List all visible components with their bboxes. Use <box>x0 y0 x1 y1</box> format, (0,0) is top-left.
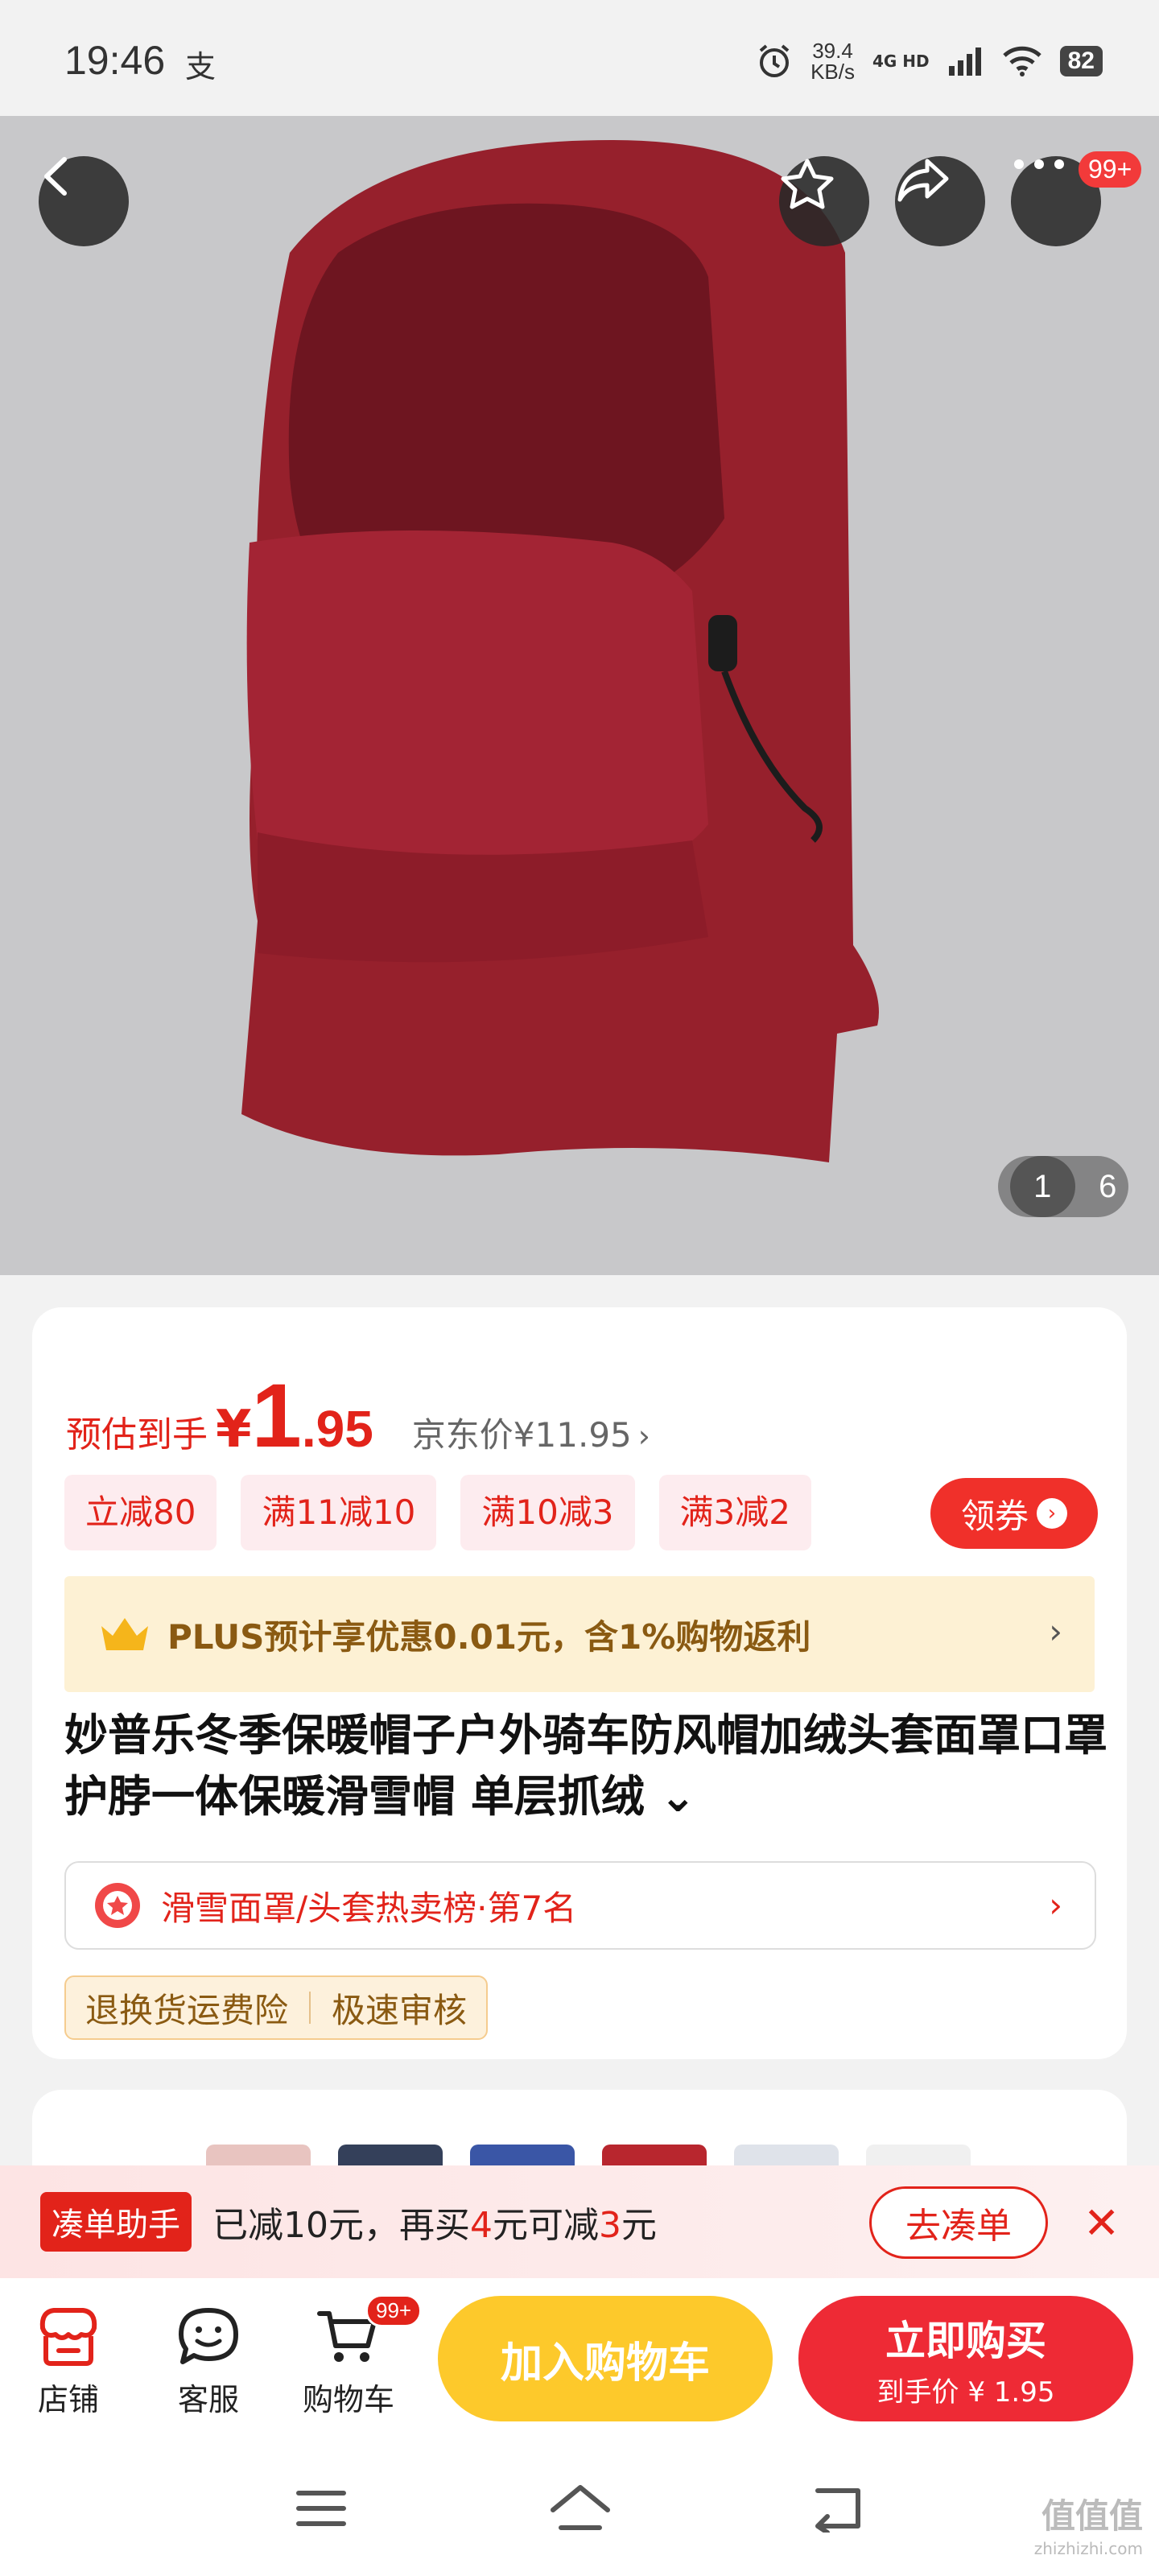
home-button[interactable] <box>544 2476 617 2541</box>
plus-promo-bar[interactable]: PLUS预计享优惠0.01元，含1%购物返利 › <box>64 1576 1095 1692</box>
cart-button[interactable]: 99+ 购物车 <box>296 2294 423 2419</box>
add-on-button[interactable]: 去凑单 <box>869 2186 1048 2259</box>
buy-now-price: 到手价 ¥ 1.95 <box>876 2376 1055 2409</box>
ranking-bar[interactable]: 滑雪面罩/头套热卖榜·第7名 › <box>64 1861 1096 1950</box>
star-icon <box>781 159 834 209</box>
chevron-right-icon: › <box>637 1418 650 1454</box>
bottom-action-bar: 店铺 客服 99+ 购物车 加入购物车 立即购买 到手价 ¥ 1.95 <box>0 2278 1159 2439</box>
service-tags[interactable]: 退换货运费险 极速审核 <box>64 1975 489 2040</box>
jd-price-link[interactable]: 京东价¥11.95 <box>412 1408 632 1457</box>
buy-now-label: 立即购买 <box>885 2317 1046 2364</box>
product-gallery[interactable]: 99+ 1 6 <box>0 116 1159 1275</box>
coupon-list: 立减80 满11减10 满10减3 满3减2 <box>64 1475 811 1550</box>
estimated-price-label: 预估到手 <box>66 1414 208 1455</box>
more-icon <box>1014 159 1064 169</box>
battery-indicator: 82 <box>1059 46 1103 76</box>
network-speed: 39.4 KB/s <box>810 39 855 84</box>
product-title[interactable]: 妙普乐冬季保暖帽子户外骑车防风帽加绒头套面罩口罩护脖一体保暖滑雪帽 单层抓绒 ⌄ <box>64 1705 1111 1827</box>
status-indicators: 39.4 KB/s 4G HD 82 <box>756 40 1103 82</box>
status-time: 19:46 <box>64 38 166 83</box>
menu-button[interactable] <box>285 2476 357 2541</box>
product-info-card: 预估到手 ¥ 1 .95 京东价¥11.95 › 立减80 满11减10 满10… <box>32 1307 1127 2059</box>
shop-button[interactable]: 店铺 <box>16 2297 121 2419</box>
divider <box>309 1992 311 2024</box>
medal-icon <box>95 1883 140 1928</box>
cart-count-badge: 99+ <box>365 2294 423 2327</box>
helper-text: 已减10元，再买4元可减3元 <box>212 2205 657 2246</box>
service-tag: 退换货运费险 <box>85 1990 289 2030</box>
plus-promo-text: PLUS预计享优惠0.01元，含1%购物返利 <box>167 1616 811 1657</box>
back-button[interactable] <box>39 156 129 246</box>
back-nav-button[interactable] <box>802 2476 874 2541</box>
customer-service-button[interactable]: 客服 <box>156 2297 261 2419</box>
cart-icon: 99+ <box>296 2294 423 2375</box>
chevron-right-circle-icon: › <box>1037 1498 1067 1529</box>
wifi-icon <box>1002 46 1041 76</box>
watermark: 值值值 zhizhizhi.com <box>1033 2496 1143 2559</box>
service-label: 客服 <box>177 2382 239 2417</box>
share-button[interactable] <box>895 156 985 246</box>
coupon-tag[interactable]: 满3减2 <box>658 1475 811 1550</box>
gallery-pager: 1 6 <box>998 1156 1128 1217</box>
price-decimal: .95 <box>301 1400 373 1458</box>
service-tag: 极速审核 <box>332 1990 468 2030</box>
price-row: 预估到手 ¥ 1 .95 京东价¥11.95 › <box>66 1364 650 1468</box>
network-type: 4G HD <box>872 52 930 71</box>
alipay-icon: 支 <box>185 49 217 85</box>
message-badge: 99+ <box>1079 151 1142 188</box>
get-coupon-label: 领券 <box>960 1496 1029 1536</box>
favorite-button[interactable] <box>779 156 869 246</box>
crown-icon <box>101 1618 148 1650</box>
signal-icon <box>948 47 981 76</box>
pager-current: 1 <box>1009 1156 1075 1217</box>
alarm-icon <box>759 44 790 77</box>
system-nav-bar: 值值值 zhizhizhi.com <box>0 2439 1159 2576</box>
status-bar: 19:46 支 39.4 KB/s 4G HD 82 <box>0 0 1159 116</box>
chat-smile-icon <box>156 2297 261 2375</box>
share-icon <box>897 159 949 202</box>
close-icon[interactable]: ✕ <box>1083 2198 1120 2248</box>
price-integer: 1 <box>251 1365 302 1466</box>
home-icon <box>551 2485 610 2530</box>
chevron-right-icon: › <box>1049 1885 1062 1925</box>
product-image <box>241 140 879 1162</box>
currency-symbol: ¥ <box>216 1400 252 1459</box>
shop-icon <box>16 2297 121 2375</box>
back-icon <box>44 157 67 196</box>
shop-label: 店铺 <box>37 2382 99 2417</box>
add-to-cart-button[interactable]: 加入购物车 <box>438 2296 773 2421</box>
coupon-tag[interactable]: 满11减10 <box>241 1475 437 1550</box>
helper-badge: 凑单助手 <box>40 2192 192 2252</box>
coupon-tag[interactable]: 满10减3 <box>460 1475 635 1550</box>
chevron-right-icon: › <box>1049 1612 1062 1651</box>
buy-now-button[interactable]: 立即购买 到手价 ¥ 1.95 <box>798 2296 1133 2421</box>
ranking-text: 滑雪面罩/头套热卖榜·第7名 <box>161 1888 577 1928</box>
coupon-tag[interactable]: 立减80 <box>64 1475 217 1550</box>
get-coupon-button[interactable]: 领券 › <box>930 1478 1098 1549</box>
pager-total: 6 <box>1099 1168 1117 1204</box>
cart-label: 购物车 <box>302 2382 394 2417</box>
bundle-helper-bar: 凑单助手 已减10元，再买4元可减3元 去凑单 ✕ <box>0 2165 1159 2278</box>
menu-icon <box>296 2491 346 2526</box>
back-nav-icon <box>815 2488 860 2533</box>
